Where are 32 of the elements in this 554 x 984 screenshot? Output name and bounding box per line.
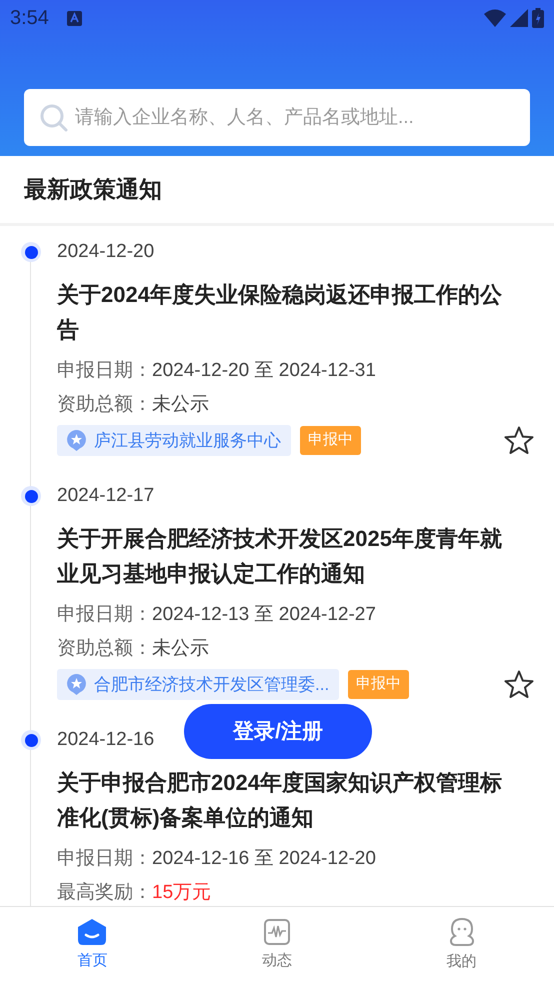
search-field[interactable]: 请输入企业名称、人名、产品名或地址... bbox=[24, 89, 530, 146]
nav-tab[interactable]: 我的 bbox=[369, 907, 554, 984]
status-time: 3:54 bbox=[10, 6, 49, 31]
notice-date: 2024-12-20 bbox=[57, 240, 154, 264]
keyboard-app-icon bbox=[66, 10, 82, 26]
notice-meta: 申报日期：2024-12-13 至 2024-12-27 bbox=[57, 603, 377, 627]
notice-meta: 申报日期：2024-12-20 至 2024-12-31 bbox=[57, 359, 377, 383]
notice-title[interactable]: 关于申报合肥市2024年度国家知识产权管理标准化(贯标)备案单位的通知 bbox=[57, 765, 502, 835]
notice-date: 2024-12-16 bbox=[57, 728, 154, 752]
organization-tag[interactable]: 合肥市经济技术开发区管理委... bbox=[57, 669, 340, 700]
organization-tag[interactable]: 庐江县劳动就业服务中心 bbox=[57, 425, 291, 456]
star-icon[interactable] bbox=[504, 670, 534, 699]
notice-title[interactable]: 关于2024年度失业保险稳岗返还申报工作的公告 bbox=[57, 277, 502, 347]
notice-meta: 最高奖励：15万元 bbox=[57, 881, 212, 905]
notice-date: 2024-12-17 bbox=[57, 484, 154, 508]
star-icon[interactable] bbox=[504, 426, 534, 455]
star-badge-icon bbox=[67, 674, 86, 695]
login-button[interactable]: 登录/注册 bbox=[184, 704, 372, 759]
notice-title[interactable]: 关于开展合肥经济技术开发区2025年度青年就业见习基地申报认定工作的通知 bbox=[57, 521, 502, 591]
notice-meta: 申报日期：2024-12-16 至 2024-12-20 bbox=[57, 847, 377, 871]
battery-icon bbox=[532, 8, 544, 28]
wifi-icon bbox=[484, 9, 506, 27]
notice-meta: 资助总额：未公示 bbox=[57, 637, 210, 661]
status-badge: 申报中 bbox=[348, 670, 410, 699]
signal-icon bbox=[510, 9, 528, 27]
notice-meta: 资助总额：未公示 bbox=[57, 393, 210, 417]
status-badge: 申报中 bbox=[300, 426, 361, 455]
search-icon bbox=[40, 104, 68, 132]
section-title: 最新政策通知 bbox=[24, 175, 162, 204]
nav-tab[interactable]: 动态 bbox=[184, 907, 370, 984]
star-badge-icon bbox=[67, 430, 86, 451]
nav-tab[interactable]: 首页 bbox=[0, 907, 185, 984]
